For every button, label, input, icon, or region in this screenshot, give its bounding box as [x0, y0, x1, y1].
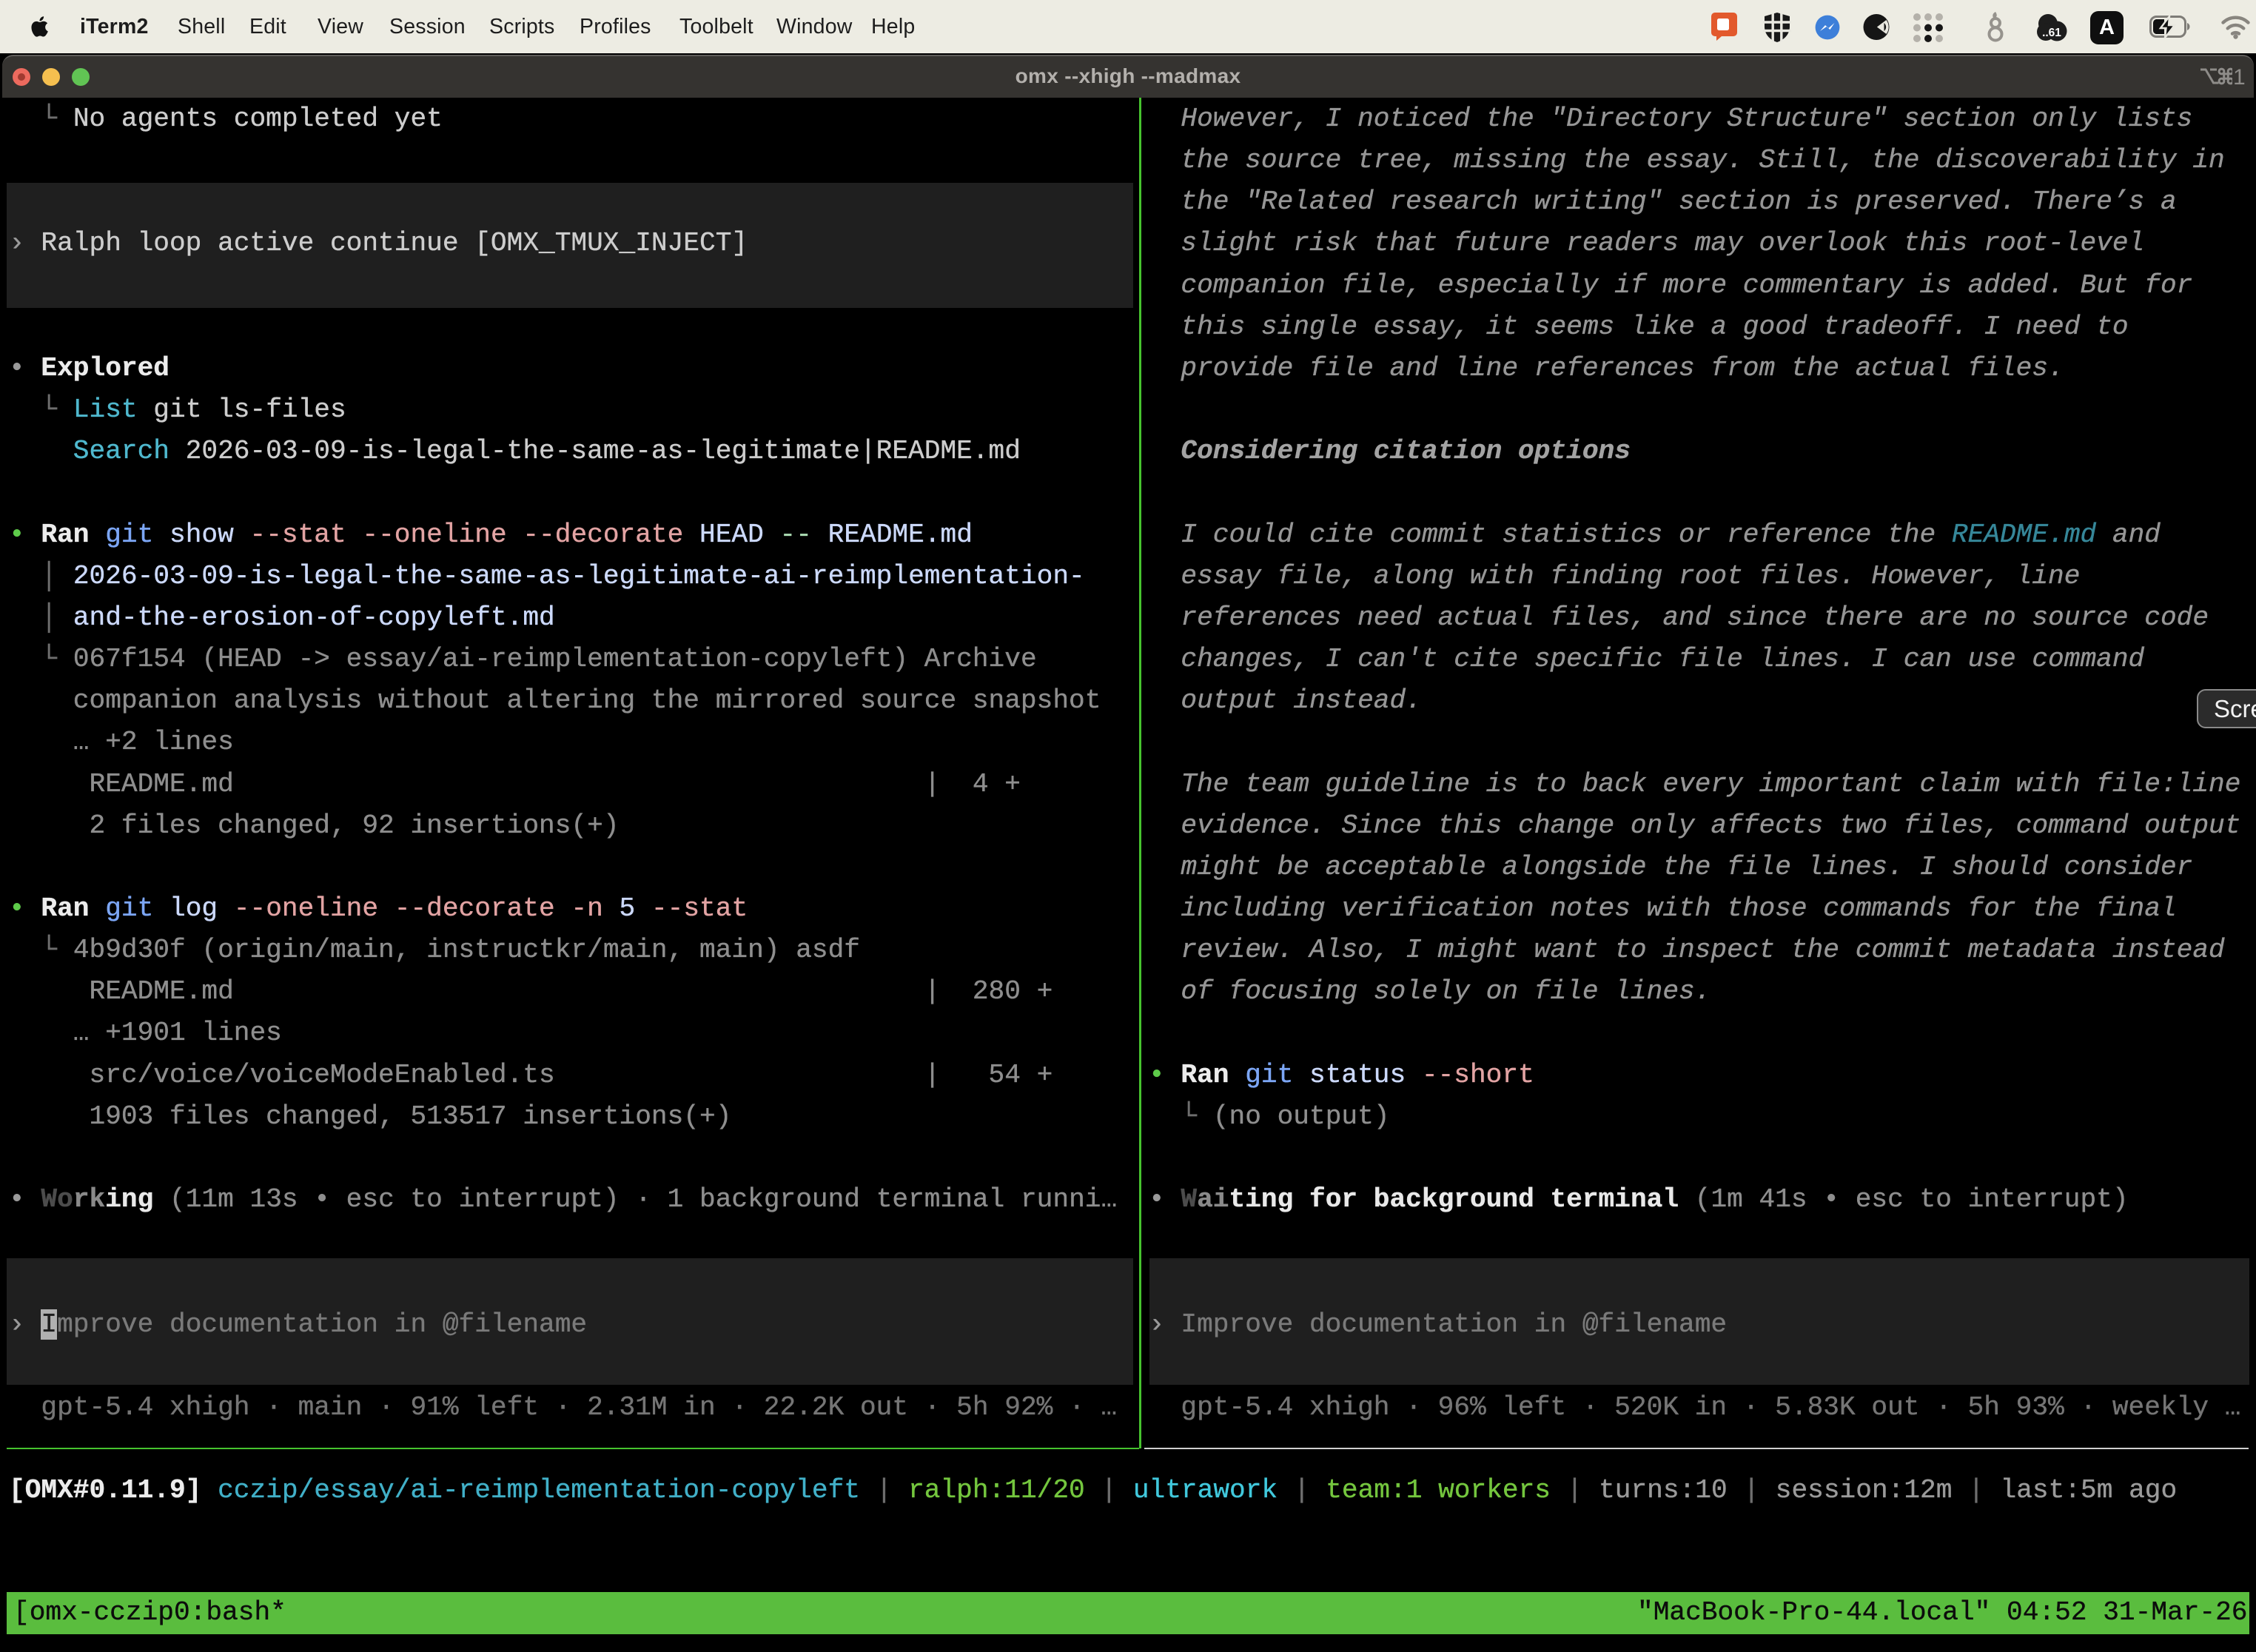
svg-text:..61: ..61 [2042, 27, 2061, 39]
